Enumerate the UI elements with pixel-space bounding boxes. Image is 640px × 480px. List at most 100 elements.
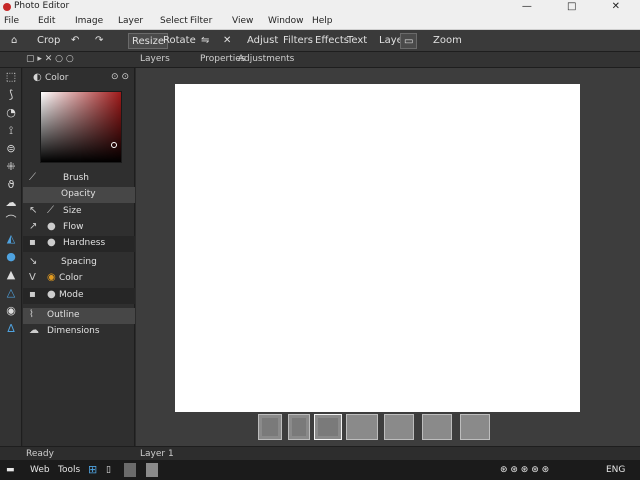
panel-row-color[interactable]: V ◉ Color <box>23 271 135 287</box>
thumbnail[interactable] <box>288 414 310 440</box>
v-icon: V <box>29 272 36 283</box>
status-left: Ready <box>26 449 54 459</box>
app-window-icon[interactable] <box>124 463 136 477</box>
cloud-icon: ☁ <box>29 325 39 336</box>
active-app-icon[interactable] <box>146 463 158 477</box>
zoom-button[interactable]: Zoom <box>430 33 465 49</box>
thumbnail-selected[interactable] <box>314 414 342 440</box>
rotate-button[interactable]: Rotate <box>160 33 199 49</box>
menu-select[interactable]: Select <box>160 16 188 26</box>
panel-row-dimensions[interactable]: ☁ Dimensions <box>23 324 135 340</box>
row-label: Opacity <box>61 189 96 199</box>
text-button[interactable]: Text <box>344 33 370 49</box>
sharpen-icon[interactable]: △ <box>3 286 19 300</box>
taskbar-tools[interactable]: Tools <box>58 463 80 477</box>
redo-button[interactable]: ↷ <box>92 33 106 49</box>
gradient-icon[interactable]: ∆ <box>3 322 19 336</box>
panel-row-opacity[interactable]: Opacity <box>23 187 135 203</box>
windows-icon[interactable]: ⊞ <box>88 463 97 477</box>
menu-window[interactable]: Window <box>268 16 304 26</box>
panel-row-hardness[interactable]: ▪ ● Hardness <box>23 236 135 252</box>
brush-icon[interactable]: ◔ <box>3 106 19 120</box>
panel-row-spacing[interactable]: ↘ Spacing <box>23 255 135 271</box>
brush-icon: ⟋ <box>29 172 36 183</box>
thumbnail[interactable] <box>460 414 490 440</box>
workspace <box>136 68 640 446</box>
arrow-icon: ↖ <box>29 205 38 216</box>
thumbnail[interactable] <box>258 414 282 440</box>
eraser-icon[interactable]: ⟟ <box>3 124 19 138</box>
tray-separator-icon: ▯ <box>106 465 111 475</box>
nav-icons[interactable]: ▢ ▸ ✕ ○ ○ <box>26 54 74 64</box>
menu-bar: File Edit Image Layer Select Filter View… <box>0 14 640 30</box>
thumbnail[interactable] <box>384 414 414 440</box>
dot-icon: ● <box>47 289 56 300</box>
paint-bucket-icon[interactable]: ◭ <box>3 232 19 246</box>
dot-icon: ● <box>47 237 56 248</box>
panel-row-outline[interactable]: ⌇ Outline <box>23 308 135 324</box>
row-label: Hardness <box>63 238 106 248</box>
crop-button[interactable]: Crop <box>34 33 63 49</box>
dot-icon: ● <box>47 221 56 232</box>
menu-help[interactable]: Help <box>312 16 333 26</box>
panel-row-brush[interactable]: ⟋ Brush <box>23 171 135 187</box>
menu-view[interactable]: View <box>232 16 253 26</box>
row-label: Dimensions <box>47 326 100 336</box>
pen-icon: ⟋ <box>47 205 54 216</box>
arrow-icon: ↘ <box>29 256 38 267</box>
selection-icon[interactable]: ⬚ <box>3 70 19 84</box>
filters-button[interactable]: Filters <box>280 33 316 49</box>
menu-image[interactable]: Image <box>75 16 103 26</box>
main-toolbar: ⌂ Crop ↶ ↷ Resize Rotate ⇋ ✕ Adjust Filt… <box>0 30 640 52</box>
tray-language: ENG <box>606 465 626 475</box>
heal-icon[interactable]: ϑ <box>3 178 19 192</box>
adjust-label-button[interactable]: Adjust <box>244 33 281 49</box>
tray-icons[interactable]: ⊛ ⊛ ⊛ ⊛ ⊛ <box>500 463 549 477</box>
dodge-icon[interactable]: ● <box>3 250 19 264</box>
properties-panel: ◐ Color ⊙ ⊙ ⟋ Brush Opacity ↖ ⟋ Size ↗ ●… <box>23 68 135 446</box>
home-button[interactable]: ⌂ <box>8 33 20 49</box>
row-label: Outline <box>47 310 80 320</box>
undo-button[interactable]: ↶ <box>68 33 82 49</box>
view-toggle-button[interactable]: ▭ <box>400 33 418 49</box>
menu-file[interactable]: File <box>4 16 19 26</box>
wave-icon: ⌇ <box>29 309 34 320</box>
row-label: Size <box>63 206 82 216</box>
adjust-button[interactable]: ✕ <box>220 33 234 49</box>
tab-layers[interactable]: Layers <box>140 54 170 64</box>
color-picker-handle[interactable] <box>111 142 117 148</box>
crop-icon[interactable]: ⁜ <box>3 160 19 174</box>
warp-icon[interactable]: ▲ <box>3 268 19 282</box>
panel-options-icon[interactable]: ⊙ ⊙ <box>111 72 129 82</box>
menu-filter[interactable]: Filter <box>190 16 212 26</box>
smudge-icon[interactable]: ⌒ <box>3 214 19 228</box>
pin-icon: ↗ <box>29 221 38 232</box>
menu-layer[interactable]: Layer <box>118 16 143 26</box>
status-center: Layer 1 <box>140 449 174 459</box>
title-bar: Photo Editor — □ ✕ <box>0 0 640 14</box>
lasso-icon[interactable]: ⟆ <box>3 88 19 102</box>
panel-row-mode[interactable]: ▪ ● Mode <box>23 288 135 304</box>
orange-dot-icon: ◉ <box>47 272 56 283</box>
square-icon: ▪ <box>29 289 36 300</box>
taskbar-web[interactable]: Web <box>30 463 50 477</box>
color-picker[interactable] <box>40 91 122 163</box>
clone-icon[interactable]: ⊜ <box>3 142 19 156</box>
pen-icon[interactable]: ◉ <box>3 304 19 318</box>
row-label: Brush <box>63 173 89 183</box>
menu-edit[interactable]: Edit <box>38 16 55 26</box>
cloud-icon[interactable]: ☁ <box>3 196 19 210</box>
panel-header: ◐ Color ⊙ ⊙ <box>23 71 135 87</box>
thumbnail[interactable] <box>422 414 452 440</box>
row-label: Spacing <box>61 257 97 267</box>
start-icon[interactable]: ▬ <box>6 463 15 477</box>
taskbar: ▬ Web Tools ⊞ ▯ ⊛ ⊛ ⊛ ⊛ ⊛ ENG <box>0 460 640 480</box>
thumbnail[interactable] <box>346 414 378 440</box>
image-canvas[interactable] <box>175 84 580 412</box>
panel-row-size[interactable]: ↖ ⟋ Size <box>23 204 135 220</box>
flip-button[interactable]: ⇋ <box>198 33 212 49</box>
panel-row-flow[interactable]: ↗ ● Flow <box>23 220 135 236</box>
tab-adjustments[interactable]: Adjustments <box>238 54 294 64</box>
window-controls[interactable]: — □ ✕ <box>522 1 636 12</box>
color-icon: ◐ <box>33 72 42 83</box>
